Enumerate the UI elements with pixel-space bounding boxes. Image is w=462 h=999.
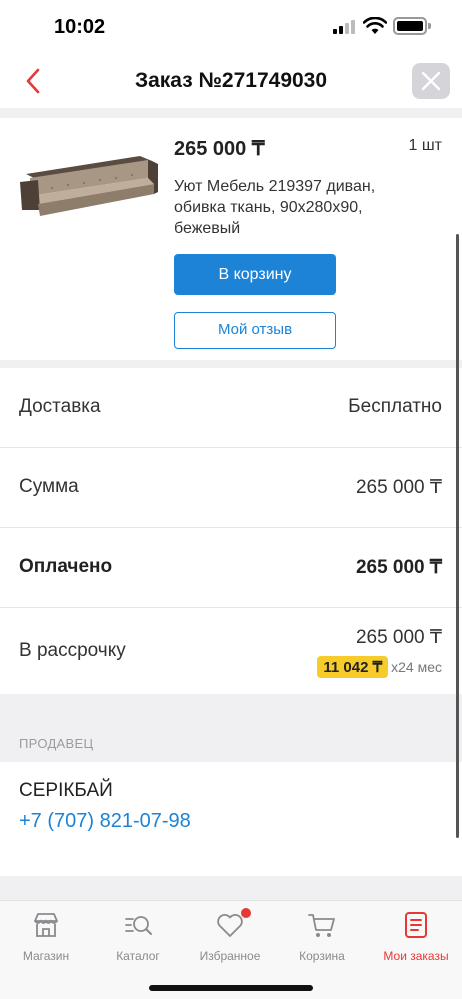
order-product-card: 265 000 ₸ 1 шт Уют Мебель 219397 диван, …	[0, 118, 462, 360]
tab-my-orders[interactable]: Мои заказы	[370, 907, 462, 963]
installment-label: В рассрочку	[19, 640, 126, 661]
store-icon	[34, 913, 58, 937]
tab-favorites[interactable]: Избранное	[184, 907, 276, 963]
tab-cart[interactable]: Корзина	[276, 907, 368, 963]
installment-row[interactable]: В рассрочку 265 000 ₸ 11 042 ₸ x24 мес	[0, 608, 462, 694]
installment-term: x24 мес	[391, 659, 442, 675]
installment-monthly: 11 042 ₸ x24 мес	[317, 656, 442, 678]
seller-phone-link[interactable]: +7 (707) 821-07-98	[19, 810, 191, 833]
scrollbar[interactable]	[456, 234, 459, 838]
notification-dot	[241, 908, 251, 918]
paid-row: Оплачено 265 000 ₸	[0, 528, 462, 608]
page-title: Заказ №271749030	[134, 69, 328, 92]
tab-label: Избранное	[199, 949, 261, 963]
sum-label: Сумма	[19, 476, 79, 497]
sum-row: Сумма 265 000 ₸	[0, 448, 462, 528]
home-indicator	[149, 985, 313, 991]
orders-icon	[405, 912, 427, 938]
product-name[interactable]: Уют Мебель 219397 диван, обивка ткань, 9…	[174, 176, 406, 239]
next-section-header	[0, 876, 462, 900]
tab-store[interactable]: Магазин	[0, 907, 92, 963]
add-to-cart-button[interactable]: В корзину	[174, 254, 336, 295]
product-price: 265 000 ₸	[174, 138, 265, 160]
catalog-search-icon	[125, 916, 152, 935]
section-title-seller: ПРОДАВЕЦ	[19, 736, 94, 751]
delivery-row: Доставка Бесплатно	[0, 368, 462, 448]
tab-label: Корзина	[299, 949, 345, 963]
close-button[interactable]	[412, 63, 450, 99]
tab-label: Магазин	[22, 949, 70, 963]
cart-icon	[308, 914, 335, 937]
section-divider	[0, 108, 462, 118]
wifi-icon	[363, 17, 387, 34]
section-divider	[0, 360, 462, 368]
status-bar: 10:02	[0, 0, 462, 56]
seller-card: СЕРІКБАЙ +7 (707) 821-07-98	[0, 762, 462, 876]
seller-name[interactable]: СЕРІКБАЙ	[19, 780, 113, 802]
tab-label: Мои заказы	[383, 949, 449, 963]
sum-value: 265 000 ₸	[355, 477, 442, 498]
delivery-label: Доставка	[19, 396, 101, 417]
delivery-value: Бесплатно	[348, 396, 442, 417]
seller-section-header: ПРОДАВЕЦ	[0, 694, 462, 762]
cellular-signal-icon	[333, 20, 355, 34]
battery-icon	[393, 17, 431, 35]
product-image[interactable]	[16, 148, 158, 220]
tab-catalog[interactable]: Каталог	[92, 907, 184, 963]
my-review-button[interactable]: Мой отзыв	[174, 312, 336, 349]
paid-label: Оплачено	[19, 556, 113, 577]
nav-header: Заказ №271749030	[0, 56, 462, 108]
product-quantity: 1 шт	[408, 137, 442, 154]
paid-value: 265 000 ₸	[355, 557, 442, 578]
close-icon	[421, 71, 441, 91]
installment-value: 265 000 ₸	[355, 627, 442, 648]
installment-monthly-badge: 11 042 ₸	[317, 656, 389, 678]
tab-label: Каталог	[116, 949, 160, 963]
status-time: 10:02	[54, 16, 106, 38]
